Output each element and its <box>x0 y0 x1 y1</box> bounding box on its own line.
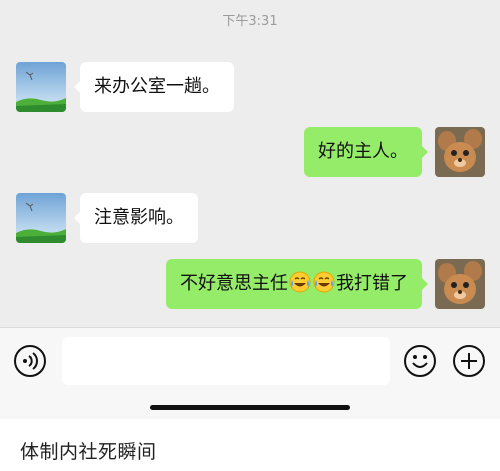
plus-icon[interactable] <box>452 344 486 378</box>
message-bubble-outgoing[interactable]: 好的主人。 <box>304 127 428 177</box>
message-timestamp: 下午3:31 <box>222 14 278 29</box>
message-input-bar <box>0 327 500 419</box>
crying-laughing-emoji-icon <box>313 271 335 293</box>
cartoon-mouse-avatar-image <box>435 127 485 177</box>
chat-area[interactable]: 下午3:31 来办公室一趟。 好的主人。 注意影响。 不好意思主任 我打错了 <box>0 0 500 327</box>
message-text: 不好意思主任 <box>180 273 288 294</box>
home-indicator[interactable] <box>150 405 350 410</box>
message-text-input[interactable] <box>62 337 390 385</box>
message-bubble-incoming[interactable]: 来办公室一趟。 <box>74 62 234 112</box>
smiley-icon[interactable] <box>403 344 437 378</box>
my-avatar[interactable] <box>435 127 485 177</box>
cartoon-mouse-avatar-image <box>435 259 485 309</box>
message-text: 我打错了 <box>336 273 408 294</box>
my-avatar[interactable] <box>435 259 485 309</box>
sender-avatar[interactable] <box>16 62 66 112</box>
message-bubble-incoming[interactable]: 注意影响。 <box>74 193 198 243</box>
message-text: 好的主人。 <box>318 141 408 162</box>
voice-icon[interactable] <box>13 344 47 378</box>
message-text: 注意影响。 <box>94 207 184 228</box>
crying-laughing-emoji-icon <box>289 271 311 293</box>
sky-grass-avatar-image <box>16 193 66 243</box>
caption-text: 体制内社死瞬间 <box>20 441 157 463</box>
message-text: 来办公室一趟。 <box>94 76 220 97</box>
sender-avatar[interactable] <box>16 193 66 243</box>
message-bubble-outgoing[interactable]: 不好意思主任 我打错了 <box>166 259 428 309</box>
sky-grass-avatar-image <box>16 62 66 112</box>
